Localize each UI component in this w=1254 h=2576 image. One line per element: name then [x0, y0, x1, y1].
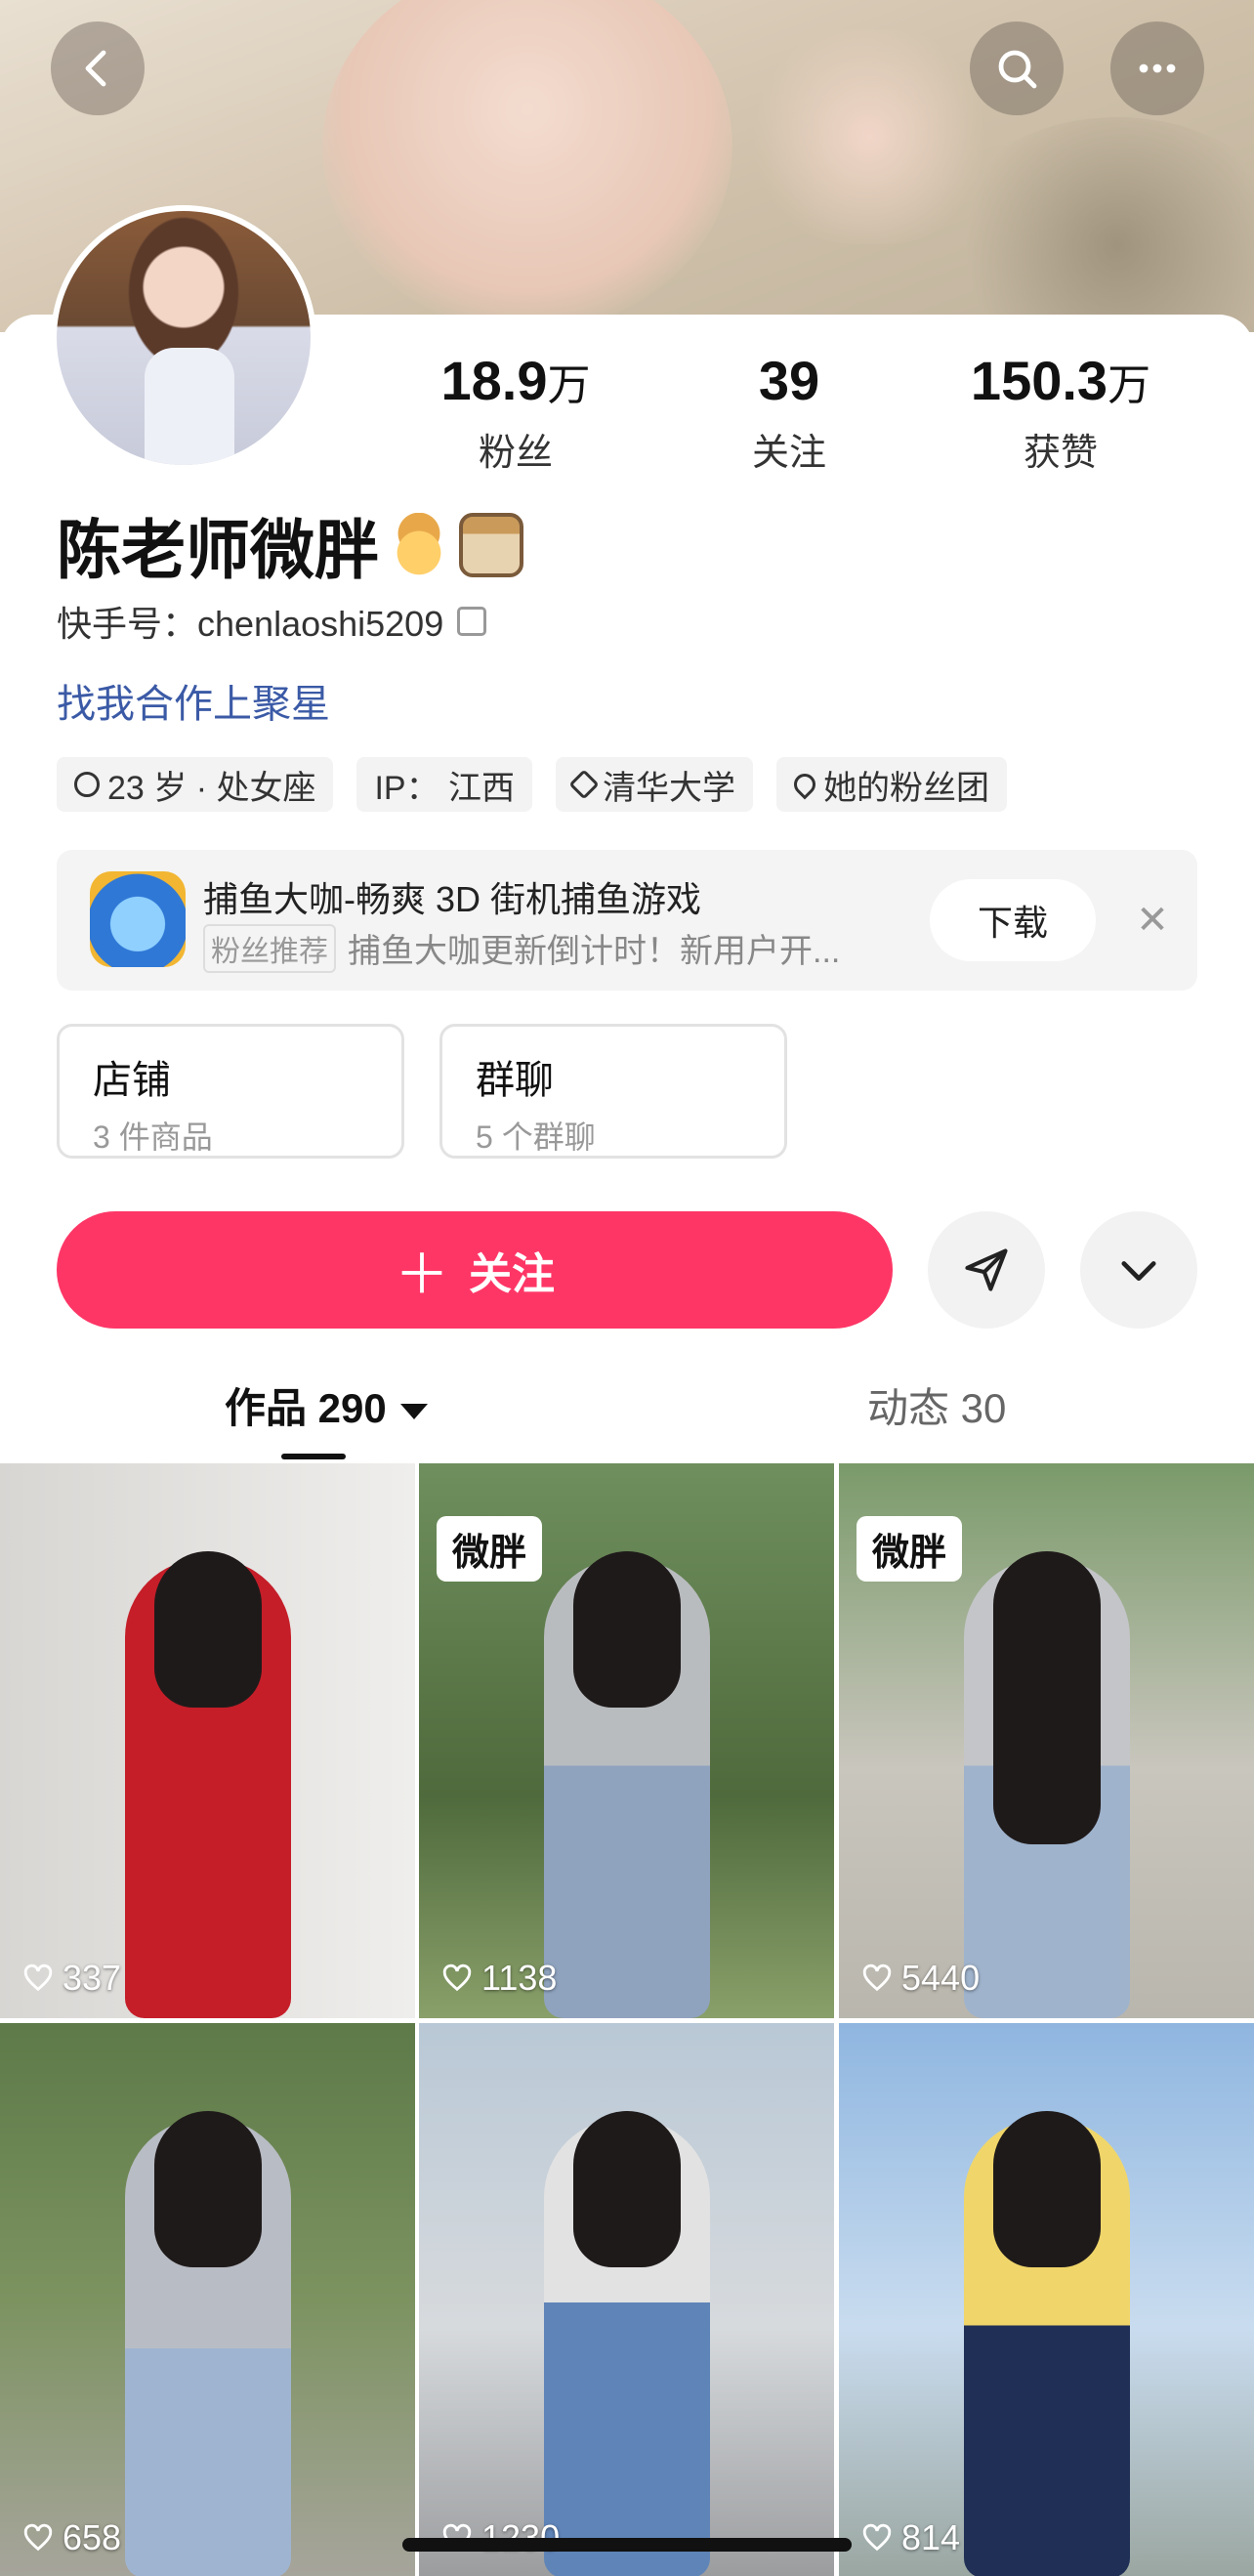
video-thumbnail-hair [153, 1551, 262, 1708]
stat-unit: 万 [1108, 361, 1151, 409]
school-emoji-icon [459, 513, 523, 577]
stat-unit: 万 [547, 361, 591, 409]
follow-button[interactable]: ＋ 关注 [57, 1211, 893, 1329]
home-indicator[interactable] [402, 2538, 852, 2552]
heart-outline-icon [862, 1964, 892, 1992]
video-tile[interactable]: 814 [839, 2023, 1254, 2576]
profile-name-text: 陈老师微胖 [57, 514, 379, 586]
video-tile[interactable]: 1230 [419, 2023, 834, 2576]
download-button[interactable]: 下载 [930, 879, 1096, 961]
stat-label: 关注 [751, 433, 826, 474]
heart-outline-icon [442, 1964, 472, 1992]
video-label: 微胖 [857, 1516, 963, 1582]
avatar[interactable] [51, 205, 316, 471]
tab-works[interactable]: 作品 290 [225, 1375, 428, 1435]
shop-card[interactable]: 店铺 3 件商品 [57, 1024, 404, 1159]
kuaishou-id-text: 快手号：chenlaoshi5209 [57, 604, 444, 644]
like-count-text: 814 [901, 2517, 961, 2557]
send-icon [965, 1248, 1008, 1291]
video-tile[interactable]: 微胖 1138 [419, 1463, 834, 2018]
profile-tags: 23 岁 · 处女座 IP： 江西 清华大学 她的粉丝团 [57, 757, 1008, 812]
video-thumbnail-hair [992, 2111, 1101, 2267]
like-count-text: 5440 [901, 1958, 981, 1998]
banner-art [322, 0, 732, 332]
like-count: 658 [21, 2517, 121, 2558]
ad-description: 捕鱼大咖更新倒计时！新用户开... [348, 933, 841, 970]
tab-label: 作品 290 [225, 1385, 387, 1431]
expand-button[interactable] [1080, 1211, 1197, 1329]
stat-fans[interactable]: 18.9万 粉丝 [408, 347, 623, 476]
video-label: 微胖 [437, 1516, 543, 1582]
stat-value: 150.3 [970, 350, 1108, 411]
video-thumbnail-hair [153, 2111, 262, 2267]
video-thumbnail-hair [992, 1551, 1101, 1844]
stat-label: 粉丝 [478, 433, 553, 474]
tag-text: 清华大学 [603, 769, 736, 807]
tag-fan-group[interactable]: 她的粉丝团 [776, 757, 1008, 812]
like-count: 814 [860, 2517, 960, 2558]
graduation-cap-icon [568, 769, 600, 800]
video-tile[interactable]: 微胖 5440 [839, 1463, 1254, 2018]
like-count-text: 658 [63, 2517, 122, 2557]
tag-school[interactable]: 清华大学 [556, 757, 754, 812]
game-app-icon [90, 871, 186, 967]
stat-value: 39 [758, 350, 820, 411]
chevron-left-icon [85, 50, 106, 87]
ad-title: 捕鱼大咖-畅爽 3D 街机捕鱼游戏 [203, 879, 702, 919]
pin-icon [74, 772, 100, 797]
plus-icon: ＋ [395, 1243, 449, 1305]
search-icon [998, 50, 1037, 89]
person-emoji-icon [387, 513, 451, 577]
stat-value: 18.9 [440, 350, 548, 411]
heart-outline-icon [23, 2523, 53, 2552]
video-tile[interactable]: 658 [0, 2023, 415, 2576]
like-count-text: 337 [63, 1958, 122, 1998]
card-subtitle: 5 个群聊 [476, 1119, 596, 1155]
copy-icon[interactable] [457, 607, 487, 636]
tab-indicator [281, 1454, 346, 1459]
close-icon[interactable]: ✕ [1131, 899, 1174, 942]
stat-label: 获赞 [1023, 433, 1098, 474]
like-count: 337 [21, 1958, 121, 1999]
like-count-text: 1138 [481, 1958, 558, 1998]
tag-ip: IP： 江西 [356, 757, 533, 812]
tab-moments[interactable]: 动态 30 [867, 1375, 1006, 1435]
stat-following[interactable]: 39 关注 [682, 347, 897, 476]
tag-text: 23 岁 · 处女座 [107, 769, 316, 807]
heart-outline-icon [862, 2523, 892, 2552]
tag-age[interactable]: 23 岁 · 处女座 [57, 757, 334, 812]
card-title: 群聊 [476, 1059, 554, 1102]
chevron-down-icon [1121, 1261, 1156, 1282]
follow-label: 关注 [469, 1250, 555, 1298]
caret-down-icon [399, 1403, 428, 1419]
more-dots-icon [1139, 63, 1176, 73]
video-thumbnail-hair [572, 2111, 681, 2267]
tag-text: 她的粉丝团 [823, 769, 990, 807]
like-count: 5440 [860, 1958, 980, 1999]
card-subtitle: 3 件商品 [93, 1119, 213, 1155]
heart-outline-icon [23, 1964, 53, 1992]
profile-name: 陈老师微胖 [57, 498, 523, 592]
share-button[interactable] [928, 1211, 1045, 1329]
card-title: 店铺 [93, 1059, 171, 1102]
search-button[interactable] [970, 21, 1064, 115]
ad-banner[interactable]: 捕鱼大咖-畅爽 3D 街机捕鱼游戏 粉丝推荐 捕鱼大咖更新倒计时！新用户开...… [57, 850, 1197, 991]
heart-icon [789, 769, 820, 800]
more-button[interactable] [1110, 21, 1204, 115]
group-chat-card[interactable]: 群聊 5 个群聊 [439, 1024, 787, 1159]
tag-text: IP： 江西 [374, 769, 516, 807]
ad-badge: 粉丝推荐 [203, 924, 336, 973]
video-tile[interactable]: 337 [0, 1463, 415, 2018]
stat-likes[interactable]: 150.3万 获赞 [953, 347, 1168, 476]
cooperation-link[interactable]: 找我合作上聚星 [57, 672, 330, 729]
like-count: 1138 [440, 1958, 557, 1999]
video-thumbnail-hair [572, 1551, 681, 1708]
kuaishou-id: 快手号：chenlaoshi5209 [57, 596, 487, 647]
back-button[interactable] [51, 21, 145, 115]
